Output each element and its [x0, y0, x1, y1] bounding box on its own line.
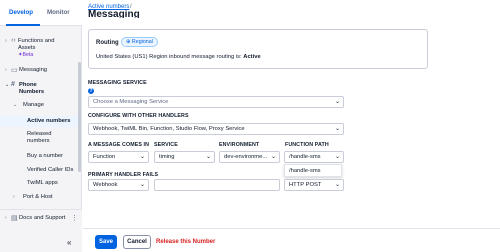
code-icon: ‹›: [11, 37, 16, 44]
messaging-service-label: MESSAGING SERVICE: [88, 80, 147, 86]
chevron-down-icon: ⌄: [334, 154, 340, 160]
fallback-type-select[interactable]: Webhook ⌄: [88, 179, 149, 191]
chevron-down-icon: ⌄: [334, 99, 340, 105]
beta-badge: ✦Beta: [18, 52, 34, 58]
fallback-url-input[interactable]: [154, 179, 280, 191]
help-icon[interactable]: ?: [88, 88, 94, 94]
regional-badge: ⊕ Regional: [121, 37, 158, 47]
chevron-right-icon: ›: [5, 215, 7, 221]
chevron-right-icon: ›: [5, 38, 7, 44]
chevron-down-icon: ⌄: [139, 182, 145, 188]
routing-card: Routing ⊕ Regional United States (US1) R…: [88, 29, 428, 69]
sidebar-tabs: Develop Monitor: [0, 0, 82, 26]
sidebar-item-twiml-apps[interactable]: TwiML apps: [27, 180, 77, 189]
routing-status-text: United States (US1) Region inbound messa…: [96, 54, 261, 60]
sidebar-item-port-host[interactable]: › Port & Host: [13, 194, 77, 203]
sidebar-scrollbar[interactable]: [78, 62, 81, 172]
sidebar-item-verified-caller-ids[interactable]: Verified Caller IDs: [27, 167, 77, 176]
message-icon: ▭: [11, 67, 18, 74]
function-path-select[interactable]: /handle-sms ⌄: [284, 151, 344, 163]
chevron-down-icon: ⌄: [5, 82, 10, 88]
configure-handlers-label: CONFIGURE WITH OTHER HANDLERS: [88, 113, 189, 119]
messaging-service-select[interactable]: Choose a Messaging Service ⌄: [88, 96, 344, 108]
routing-status: Active: [243, 54, 261, 60]
tab-develop[interactable]: Develop: [9, 9, 33, 16]
service-label: SERVICE: [154, 142, 178, 148]
service-select[interactable]: timing ⌄: [154, 151, 215, 163]
collapse-sidebar-icon[interactable]: «: [67, 238, 71, 247]
sidebar-item-released-numbers[interactable]: Released numbers: [27, 131, 77, 147]
save-button[interactable]: Save: [95, 235, 117, 249]
sidebar-item-messaging[interactable]: › ▭ Messaging: [5, 67, 77, 76]
sidebar-item-docs-support[interactable]: › ▤ Docs and Support: [5, 215, 77, 224]
chevron-down-icon: ⌄: [270, 154, 276, 160]
sidebar-item-active-numbers[interactable]: Active numbers: [0, 116, 78, 127]
configure-handlers-select[interactable]: Webhook, TwiML Bin, Function, Studio Flo…: [88, 123, 344, 135]
docs-icon: ▤: [11, 215, 18, 222]
sidebar: Develop Monitor › ‹› Functions and Asset…: [0, 0, 82, 252]
main-content: Active numbers / Messaging Routing ⊕ Reg…: [83, 0, 500, 252]
chevron-down-icon: ⌄: [334, 182, 340, 188]
routing-label: Routing: [96, 40, 119, 46]
chevron-down-icon: ⌄: [139, 154, 145, 160]
environment-label: ENVIRONMENT: [219, 142, 260, 148]
sidebar-item-buy-number[interactable]: Buy a number: [27, 153, 77, 162]
chevron-right-icon: ›: [13, 194, 15, 200]
page-title: Messaging: [88, 10, 140, 18]
chevron-down-icon: ⌄: [13, 102, 18, 108]
sidebar-item-phone-numbers[interactable]: ⌄ # Phone Numbers: [5, 81, 77, 98]
cancel-button[interactable]: Cancel: [123, 235, 151, 249]
release-number-button[interactable]: Release this Number: [156, 239, 215, 245]
active-tab-indicator: [6, 24, 40, 26]
tab-monitor[interactable]: Monitor: [47, 9, 70, 16]
primary-handler-fails-label: PRIMARY HANDLER FAILS: [88, 172, 159, 178]
handler-type-select[interactable]: Function ⌄: [88, 151, 149, 163]
chevron-right-icon: ›: [5, 67, 7, 73]
function-path-label: FUNCTION PATH: [285, 142, 329, 148]
sidebar-item-functions[interactable]: › ‹› Functions and Assets ✦Beta: [5, 37, 77, 62]
sidebar-item-manage[interactable]: ⌄ Manage: [13, 102, 77, 111]
sidebar-bottom: › ▤ Docs and Support ⋮ «: [0, 209, 82, 252]
footer-actions: Save Cancel Release this Number: [83, 228, 500, 252]
environment-select[interactable]: dev-environme... ⌄: [219, 151, 280, 163]
more-options-icon[interactable]: ⋮: [71, 214, 78, 222]
chevron-down-icon: ⌄: [334, 126, 340, 132]
function-path-option[interactable]: /handle-sms: [284, 164, 342, 177]
message-comes-in-label: A MESSAGE COMES IN: [88, 142, 150, 148]
chevron-down-icon: ⌄: [205, 154, 211, 160]
hash-icon: #: [11, 81, 15, 88]
fallback-method-select[interactable]: HTTP POST ⌄: [284, 179, 344, 191]
